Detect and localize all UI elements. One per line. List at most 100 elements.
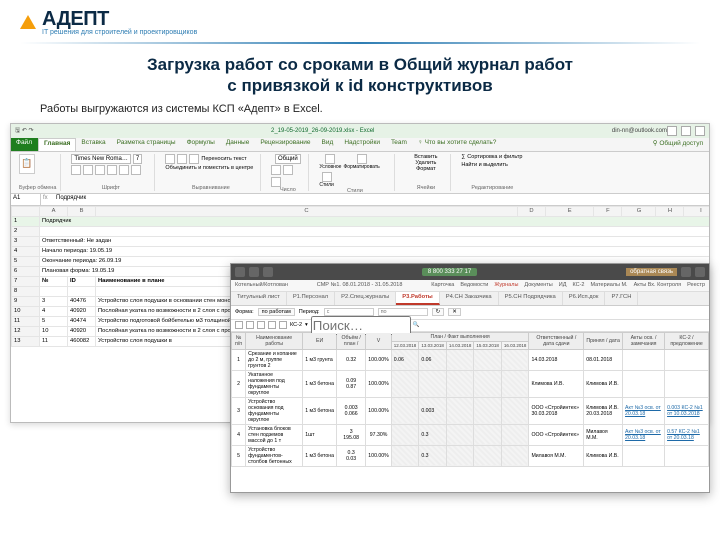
ribbon-tab-review[interactable]: Рецензирование (255, 138, 316, 151)
breadcrumb-tab[interactable]: Ведомости (460, 282, 488, 288)
percent-icon[interactable] (283, 165, 293, 175)
font-color-icon[interactable] (131, 165, 141, 175)
add-row-button[interactable] (235, 321, 243, 329)
breadcrumb-tab[interactable]: Документы (524, 282, 552, 288)
font-size-input[interactable]: 7 (133, 154, 142, 164)
excel-export-icon[interactable] (279, 321, 287, 329)
ribbon-tell-me[interactable]: ♀ Что вы хотите сделать? (413, 138, 648, 151)
sort-filter-button[interactable]: Сортировка и фильтр (467, 154, 522, 160)
name-box[interactable]: A1 (11, 194, 41, 205)
paste-button[interactable] (257, 321, 265, 329)
bold-icon[interactable] (71, 165, 81, 175)
breadcrumb-tab[interactable]: Карточка (431, 282, 454, 288)
home-icon[interactable] (249, 267, 259, 277)
fmt-table-icon[interactable] (357, 154, 367, 164)
grid-row[interactable]: 3 Устройство основания под фундаменты ок… (232, 397, 709, 424)
section-tab[interactable]: Р3.Работы (396, 292, 439, 305)
fx-icon[interactable]: fx (41, 194, 55, 205)
excel-account[interactable]: din-nn@outlook.com (612, 128, 667, 134)
align-icon[interactable] (177, 154, 187, 164)
section-tab[interactable]: Титульный лист (231, 292, 287, 305)
col-num[interactable]: № п/п (232, 332, 246, 349)
grid-row[interactable]: 1 Срезание и копание до 2 м, группе грун… (232, 349, 709, 370)
cond-fmt-icon[interactable] (325, 154, 335, 164)
comma-icon[interactable] (271, 177, 281, 187)
ribbon-tab-view[interactable]: Вид (317, 138, 340, 151)
ribbon-tab-insert[interactable]: Вставка (76, 138, 111, 151)
section-tab[interactable]: Р6.Исп.док (563, 292, 606, 305)
ribbon-share[interactable]: ⚲ Общий доступ (648, 138, 709, 151)
merge-button[interactable]: Объединить и поместить в центре (165, 165, 253, 171)
ribbon-tab-home[interactable]: Главная (38, 138, 76, 151)
formula-input[interactable]: Подрядчик (55, 194, 709, 205)
wrap-text-button[interactable]: Переносить текст (201, 156, 246, 162)
maximize-icon[interactable] (681, 126, 691, 136)
cell[interactable]: Подрядчик (40, 216, 710, 226)
feedback-button[interactable]: обратная связь (626, 268, 677, 276)
ribbon-tab-team[interactable]: Team (386, 138, 413, 151)
gear-icon[interactable] (681, 267, 691, 277)
currency-icon[interactable] (271, 165, 281, 175)
breadcrumb-tab[interactable]: Материалы М. (590, 282, 627, 288)
align-icon[interactable] (189, 154, 199, 164)
user-icon[interactable] (695, 267, 705, 277)
close-icon[interactable] (695, 126, 705, 136)
date-col[interactable]: 14.03.2018 (446, 341, 474, 349)
cell-styles-icon[interactable] (322, 172, 332, 182)
grid-row[interactable]: 4 Установка блоков стен подземов массой … (232, 424, 709, 445)
date-col[interactable]: 13.03.2018 (419, 341, 447, 349)
number-format-input[interactable]: Общий (275, 154, 301, 164)
cell[interactable]: Начало периода: 19.05.19 (40, 246, 710, 256)
ribbon-tab-file[interactable]: Файл (11, 138, 38, 151)
grid-row[interactable]: 5 Устройство фундаментов-столбов бетонны… (232, 445, 709, 466)
col-plan[interactable]: Объём / план / (337, 332, 366, 349)
breadcrumb-tab[interactable]: Журналы (494, 282, 518, 288)
col-planfact[interactable]: План / Факт выполнения (391, 332, 529, 341)
col-resp[interactable]: Ответственный / дата сдачи (529, 332, 584, 349)
border-icon[interactable] (107, 165, 117, 175)
autosum-button[interactable]: ∑ (461, 154, 465, 160)
italic-icon[interactable] (83, 165, 93, 175)
search-icon[interactable] (263, 267, 273, 277)
date-col[interactable]: 16.03.2018 (501, 341, 529, 349)
col-acts[interactable]: Акты осв. / замечания (623, 332, 665, 349)
fill-color-icon[interactable] (119, 165, 129, 175)
section-tab[interactable]: Р7.ГСН (605, 292, 638, 305)
breadcrumb-tab[interactable]: Реестр (687, 282, 705, 288)
col-name[interactable]: Наименование работы (246, 332, 303, 349)
find-button[interactable]: Найти и выделить (461, 162, 507, 168)
breadcrumb-tab[interactable]: ИД (559, 282, 567, 288)
copy-button[interactable] (246, 321, 254, 329)
breadcrumb-tab[interactable]: Акты Вх. Контроля (634, 282, 682, 288)
col-ei[interactable]: ЕИ (303, 332, 337, 349)
breadcrumb-tab[interactable]: КС-2 (572, 282, 584, 288)
paste-button[interactable]: 📋 (19, 154, 35, 174)
date-col[interactable]: 15.03.2018 (474, 341, 502, 349)
col-accept[interactable]: Принял / дата (584, 332, 623, 349)
section-tab[interactable]: Р2.Спец.журналы (335, 292, 396, 305)
cell[interactable]: Ответственный: Не задан (40, 236, 710, 246)
underline-icon[interactable] (95, 165, 105, 175)
menu-icon[interactable] (235, 267, 245, 277)
ribbon-tab-data[interactable]: Данные (221, 138, 255, 151)
breadcrumb-left[interactable]: Котельный/Котлован (235, 282, 288, 288)
form-select[interactable]: по работам (258, 308, 295, 316)
section-tab[interactable]: Р4.СН Заказчика (440, 292, 499, 305)
section-tab[interactable]: Р1.Персонал (287, 292, 335, 305)
col-v[interactable]: V (366, 332, 391, 349)
grid-row[interactable]: 2 Укатанное наложения под фундаменты окр… (232, 370, 709, 397)
section-tab[interactable]: Р5.СН Подрядчика (499, 292, 563, 305)
work-grid[interactable]: № п/п Наименование работы ЕИ Объём / пла… (231, 332, 709, 490)
search-icon[interactable]: 🔍 (413, 322, 420, 328)
ribbon-tab-layout[interactable]: Разметка страницы (112, 138, 182, 151)
format-cells-button[interactable]: Формат (416, 166, 436, 172)
minimize-icon[interactable] (667, 126, 677, 136)
kc2-selector[interactable]: КС-2 (290, 322, 302, 328)
delete-button[interactable] (268, 321, 276, 329)
ribbon-tab-formulas[interactable]: Формулы (182, 138, 221, 151)
align-icon[interactable] (165, 154, 175, 164)
font-name-input[interactable]: Times New Roma… (71, 154, 130, 164)
date-col[interactable]: 12.03.2018 (391, 341, 419, 349)
ribbon-tab-addins[interactable]: Надстройки (339, 138, 386, 151)
col-kc2[interactable]: КС-2 / предложение (665, 332, 709, 349)
